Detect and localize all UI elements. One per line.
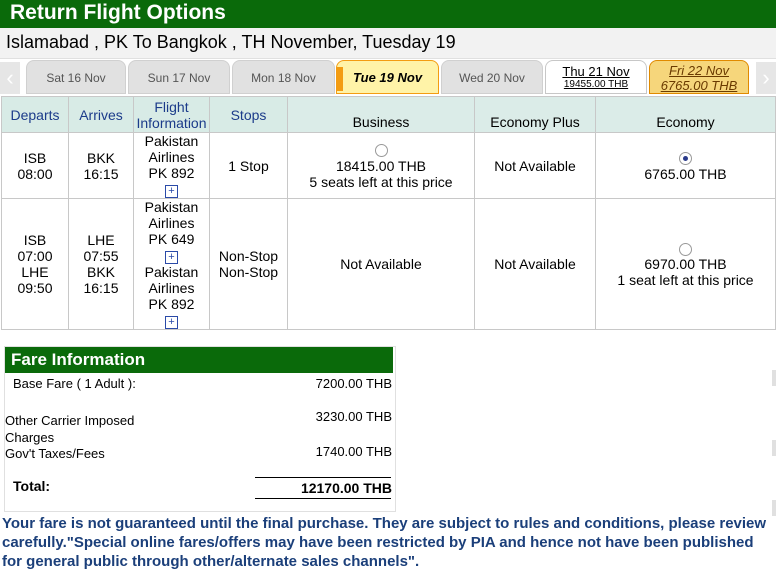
fare-information-title: Fare Information	[11, 350, 146, 369]
table-header-row: Departs Arrives Flight Information Stops…	[1, 96, 776, 133]
arrives-cell: BKK 16:15	[68, 132, 134, 199]
scroll-marker	[772, 370, 776, 386]
fare-information-header: Fare Information	[5, 347, 393, 373]
date-tab-sat-16[interactable]: Sat 16 Nov	[26, 60, 126, 94]
date-tab-tue-19[interactable]: Tue 19 Nov	[336, 60, 439, 94]
stops-cell: 1 Stop	[209, 132, 288, 199]
total-underline	[255, 498, 391, 499]
date-tab-sun-17[interactable]: Sun 17 Nov	[128, 60, 230, 94]
route-bar: Islamabad , PK To Bangkok , TH November,…	[0, 28, 776, 59]
table-row: ISB 07:00 LHE 09:50 LHE 07:55 BKK 16:15 …	[1, 198, 776, 330]
economy-plus-cell: Not Available	[474, 198, 596, 330]
route-text: Islamabad , PK To Bangkok , TH November,…	[6, 32, 456, 52]
base-fare-label: Base Fare ( 1 Adult ):	[13, 376, 136, 391]
taxes-value: 1740.00 THB	[315, 444, 392, 459]
date-tab-thu-21[interactable]: Thu 21 Nov 19455.00 THB	[545, 60, 647, 94]
total-label: Total:	[13, 478, 51, 494]
carrier-charges-label: Other Carrier Imposed Charges	[5, 413, 135, 445]
scroll-marker	[772, 440, 776, 456]
base-fare-value: 7200.00 THB	[315, 376, 392, 391]
departs-cell: ISB 07:00 LHE 09:50	[1, 198, 69, 330]
date-tab-wed-20[interactable]: Wed 20 Nov	[441, 60, 543, 94]
total-divider	[255, 477, 391, 478]
total-value: 12170.00 THB	[300, 480, 392, 496]
taxes-label: Gov't Taxes/Fees	[5, 446, 105, 461]
economy-fare-radio[interactable]	[679, 242, 692, 256]
stops-cell: Non-Stop Non-Stop	[209, 198, 288, 330]
date-strip: ‹ Sat 16 Nov Sun 17 Nov Mon 18 Nov Tue 1…	[0, 58, 776, 96]
plus-icon[interactable]: +	[165, 316, 178, 329]
departs-cell: ISB 08:00	[1, 132, 69, 199]
fare-information-box: Fare Information Base Fare ( 1 Adult ): …	[4, 346, 396, 512]
header-flight-info: Flight Information	[133, 96, 210, 133]
header-economy-plus: Economy Plus	[474, 96, 596, 133]
flight-info-cell: Pakistan Airlines PK 649 + Pakistan Airl…	[133, 198, 210, 330]
economy-fare-cell: 6970.00 THB 1 seat left at this price	[595, 198, 776, 330]
plus-icon[interactable]: +	[165, 251, 178, 264]
header-stops: Stops	[209, 96, 288, 133]
page-title: Return Flight Options	[10, 1, 226, 24]
header-business: Business	[287, 96, 475, 133]
business-fare-cell: Not Available	[287, 198, 475, 330]
plus-icon[interactable]: +	[165, 185, 178, 198]
business-fare-radio[interactable]	[374, 144, 388, 158]
date-tab-fri-22[interactable]: Fri 22 Nov 6765.00 THB	[649, 60, 749, 94]
date-tab-mon-18[interactable]: Mon 18 Nov	[232, 60, 335, 94]
flight-info-cell: Pakistan Airlines PK 892 +	[133, 132, 210, 199]
header-departs: Departs	[1, 96, 69, 133]
arrives-cell: LHE 07:55 BKK 16:15	[68, 198, 134, 330]
economy-fare-cell: 6765.00 THB	[595, 132, 776, 199]
selected-marker	[337, 67, 343, 91]
economy-fare-radio[interactable]	[679, 152, 692, 166]
header-arrives: Arrives	[68, 96, 134, 133]
fare-notice: Your fare is not guaranteed until the fi…	[2, 515, 767, 570]
carrier-charges-value: 3230.00 THB	[315, 409, 392, 424]
header-economy: Economy	[595, 96, 776, 133]
flight-table: Departs Arrives Flight Information Stops…	[1, 96, 776, 330]
business-fare-cell: 18415.00 THB 5 seats left at this price	[287, 132, 475, 199]
economy-plus-cell: Not Available	[474, 132, 596, 199]
title-bar: Return Flight Options	[0, 0, 776, 28]
chevron-right-icon[interactable]: ›	[756, 62, 776, 94]
table-row: ISB 08:00 BKK 16:15 Pakistan Airlines PK…	[1, 132, 776, 199]
chevron-left-icon[interactable]: ‹	[0, 62, 20, 94]
